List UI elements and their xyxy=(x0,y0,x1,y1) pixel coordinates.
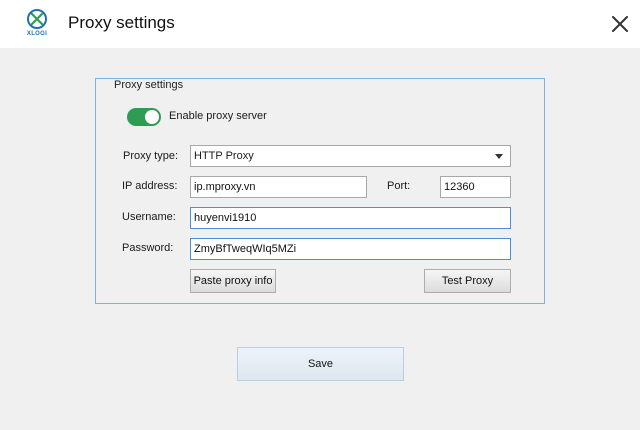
xlogi-logo-icon xyxy=(27,9,47,29)
close-icon xyxy=(612,16,628,32)
password-input[interactable] xyxy=(190,238,511,260)
window-title: Proxy settings xyxy=(68,13,175,32)
enable-proxy-toggle[interactable] xyxy=(127,108,161,126)
password-label: Password: xyxy=(122,242,174,254)
group-title: Proxy settings xyxy=(110,79,188,91)
chevron-down-icon xyxy=(495,154,503,159)
test-proxy-button[interactable]: Test Proxy xyxy=(424,269,511,293)
proxy-type-label: Proxy type: xyxy=(123,150,179,162)
username-label: Username: xyxy=(122,211,176,223)
port-input[interactable] xyxy=(440,176,511,198)
proxy-settings-window: XLOGI Proxy settings Proxy settings Enab… xyxy=(0,0,640,430)
proxy-type-select[interactable]: HTTP Proxy xyxy=(190,145,511,167)
ip-address-label: IP address: xyxy=(122,180,178,192)
close-button[interactable] xyxy=(606,10,634,38)
logo-text: XLOGI xyxy=(26,31,48,37)
toggle-knob xyxy=(145,110,159,124)
save-button[interactable]: Save xyxy=(237,347,404,381)
enable-proxy-label: Enable proxy server xyxy=(169,110,267,122)
username-input[interactable] xyxy=(190,207,511,229)
paste-proxy-info-button[interactable]: Paste proxy info xyxy=(190,269,276,293)
port-label: Port: xyxy=(387,180,411,192)
title-bar: XLOGI Proxy settings xyxy=(0,0,640,48)
ip-address-input[interactable] xyxy=(190,176,367,198)
proxy-type-value: HTTP Proxy xyxy=(194,150,254,162)
app-logo: XLOGI xyxy=(24,8,50,40)
